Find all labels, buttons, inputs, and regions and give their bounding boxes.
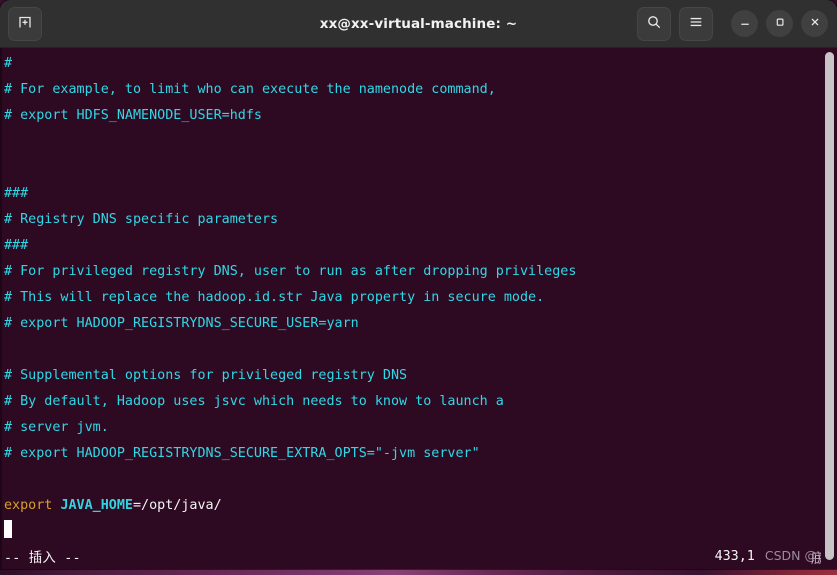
text-span: # export HADOOP_REGISTRYDNS_SECURE_USER=… — [4, 316, 359, 331]
text-span: # — [4, 56, 13, 71]
editor-line: ### — [4, 233, 817, 259]
text-span: # export HADOOP_REGISTRYDNS_SECURE_EXTRA… — [4, 446, 480, 461]
close-icon — [808, 14, 822, 33]
vim-status-line: -- 插入 -- 433,1 CSDN @ 底端 底端 — [2, 542, 837, 569]
text-span: =/opt/java/ — [133, 498, 222, 513]
text-span: # For example, to limit who can execute … — [4, 82, 496, 97]
editor-line: # — [4, 51, 817, 77]
menu-button[interactable] — [679, 6, 713, 41]
text-span: # Registry DNS specific parameters — [4, 212, 279, 227]
text-span: export — [4, 498, 61, 513]
text-span: # By default, Hadoop uses jsvc which nee… — [4, 394, 504, 409]
text-span: # server jvm. — [4, 420, 109, 435]
titlebar-right-group — [637, 6, 828, 41]
terminal-left-edge — [0, 48, 2, 569]
new-tab-icon — [17, 14, 33, 34]
watermark-text: CSDN @ — [764, 548, 817, 563]
text-span: JAVA_HOME — [60, 498, 133, 513]
text-span: # For privileged registry DNS, user to r… — [4, 264, 577, 279]
editor-line: export JAVA_HOME=/opt/java/ — [4, 493, 817, 519]
new-tab-button[interactable] — [8, 6, 42, 41]
editor-line: # Supplemental options for privileged re… — [4, 363, 817, 389]
text-span: # Supplemental options for privileged re… — [4, 368, 408, 383]
editor-line: # By default, Hadoop uses jsvc which nee… — [4, 389, 817, 415]
editor-line: # For example, to limit who can execute … — [4, 77, 817, 103]
editor-line: # export HADOOP_REGISTRYDNS_SECURE_EXTRA… — [4, 441, 817, 467]
close-button[interactable] — [801, 10, 828, 37]
editor-text-area[interactable]: # # For example, to limit who can execute… — [4, 51, 817, 540]
maximize-button[interactable] — [766, 10, 793, 37]
vim-mode-indicator: -- 插入 -- — [4, 551, 81, 566]
text-cursor — [4, 520, 12, 538]
scrollbar-track[interactable] — [821, 48, 837, 569]
status-right-group: 433,1 CSDN @ 底端 底端 — [714, 548, 837, 567]
editor-line: ### — [4, 181, 817, 207]
minimize-button[interactable] — [731, 10, 758, 37]
window-titlebar: xx@xx-virtual-machine: ~ — [0, 0, 837, 48]
terminal-window: xx@xx-virtual-machine: ~ # # For example… — [0, 0, 837, 569]
search-button[interactable] — [637, 6, 671, 41]
text-span: ### — [4, 238, 29, 253]
editor-line: # For privileged registry DNS, user to r… — [4, 259, 817, 285]
hamburger-menu-icon — [688, 14, 704, 34]
maximize-icon — [773, 14, 787, 33]
text-span: ### — [4, 186, 29, 201]
csdn-watermark: CSDN @ 底端 底端 — [764, 548, 837, 567]
editor-line: # Registry DNS specific parameters — [4, 207, 817, 233]
editor-line: # server jvm. — [4, 415, 817, 441]
editor-line: # This will replace the hadoop.id.str Ja… — [4, 285, 817, 311]
titlebar-left-group — [0, 6, 42, 41]
editor-line: # export HDFS_NAMENODE_USER=hdfs — [4, 103, 817, 129]
vertical-scrollbar[interactable] — [825, 52, 834, 560]
editor-line: # export HADOOP_REGISTRYDNS_SECURE_USER=… — [4, 311, 817, 337]
minimize-icon — [738, 14, 752, 33]
text-span: # This will replace the hadoop.id.str Ja… — [4, 290, 545, 305]
cursor-position: 433,1 — [714, 549, 755, 564]
search-icon — [646, 14, 662, 34]
text-span: # export HDFS_NAMENODE_USER=hdfs — [4, 108, 262, 123]
terminal-body[interactable]: # # For example, to limit who can execute… — [0, 48, 837, 569]
